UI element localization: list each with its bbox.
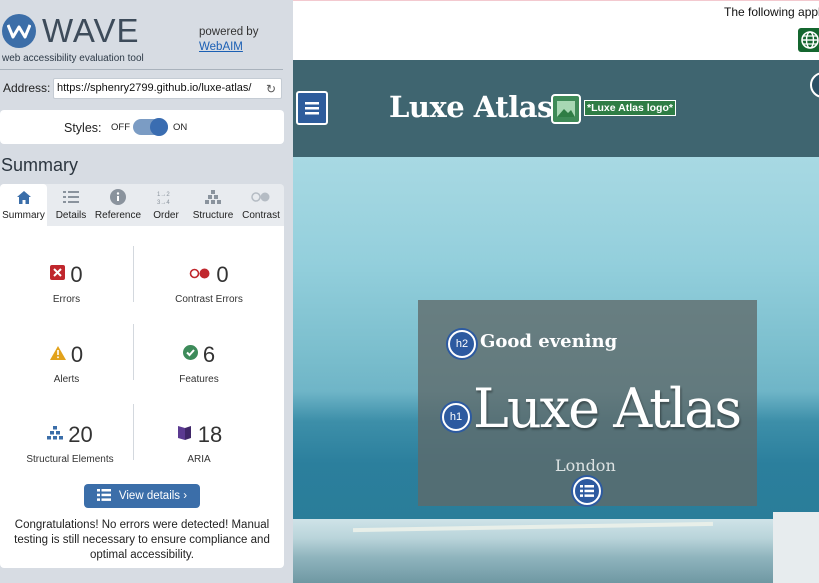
styles-on-label: ON	[173, 122, 188, 133]
h1-badge[interactable]: h1	[442, 403, 470, 431]
stat-contrast-errors[interactable]: 0 Contrast Errors	[134, 254, 284, 314]
city-label: London	[555, 456, 616, 475]
toggle-knob[interactable]	[150, 118, 168, 136]
tab-contrast[interactable]: Contrast	[238, 184, 284, 226]
powered-by-label: powered by	[199, 26, 259, 38]
error-icon	[50, 265, 66, 285]
tab-label: Reference	[94, 210, 142, 221]
address-row: Address: ↻	[0, 76, 290, 100]
svg-text:3→4: 3→4	[157, 200, 170, 205]
stat-alerts[interactable]: 0 Alerts	[0, 334, 133, 394]
styles-off-label: OFF	[111, 122, 130, 133]
tab-bar: Summary Details Reference 1→2 3→4 Order S…	[0, 184, 284, 226]
svg-text:1→2: 1→2	[157, 192, 170, 198]
home-icon	[0, 189, 47, 205]
globe-button[interactable]	[798, 28, 819, 52]
marina-image	[293, 519, 819, 583]
greeting-heading: Good evening	[480, 331, 618, 352]
stat-features[interactable]: 6 Features	[134, 334, 264, 394]
reload-icon[interactable]: ↻	[266, 82, 276, 96]
contrast-icon	[238, 189, 284, 205]
contrast-errors-label: Contrast Errors	[175, 294, 243, 305]
summary-heading: Summary	[1, 155, 79, 175]
wave-sidebar: WAVE web accessibility evaluation tool p…	[0, 0, 293, 583]
divider	[0, 69, 283, 70]
wave-tagline: web accessibility evaluation tool	[2, 53, 144, 64]
tab-reference[interactable]: Reference	[93, 184, 143, 226]
summary-panel: 0 Errors 0 Contrast Errors 0 Alerts 6 Fe…	[0, 226, 284, 568]
tab-summary[interactable]: Summary	[0, 184, 47, 226]
structure-icon	[189, 189, 237, 205]
hero-title: Luxe Atlas	[473, 377, 742, 440]
structural-count: 20	[68, 422, 93, 447]
tab-label: Order	[153, 210, 179, 221]
styles-toggle-card: Styles: OFF ON	[0, 110, 284, 144]
list-badge-icon[interactable]	[573, 477, 601, 505]
tab-structure[interactable]: Structure	[189, 184, 237, 226]
hero-section: h2 Good evening h1 Luxe Atlas London	[293, 157, 819, 583]
header-badge-icon[interactable]	[810, 72, 819, 98]
hero-card: h2 Good evening h1 Luxe Atlas London	[418, 300, 757, 506]
view-details-button[interactable]: View details ›	[84, 484, 200, 508]
address-label: Address:	[3, 81, 51, 95]
congrats-message: Congratulations! No errors were detected…	[14, 519, 270, 561]
tab-label: Contrast	[242, 210, 280, 221]
tab-label: Summary	[2, 210, 45, 221]
alerts-count: 0	[70, 342, 84, 367]
h2-badge[interactable]: h2	[448, 330, 476, 358]
website-frame: The following appli Luxe Atlas *Luxe Atl…	[293, 0, 819, 583]
site-topbar: The following appli	[293, 0, 819, 60]
aria-count: 18	[197, 422, 223, 447]
structural-label: Structural Elements	[26, 454, 114, 465]
wave-logo-icon	[2, 14, 36, 48]
alert-icon	[49, 345, 66, 365]
tab-label: Details	[55, 210, 87, 221]
tab-order[interactable]: 1→2 3→4 Order	[145, 184, 187, 226]
tab-label: Structure	[192, 210, 234, 221]
feature-icon	[182, 345, 198, 365]
alerts-label: Alerts	[53, 374, 80, 385]
list-icon	[49, 189, 93, 205]
aria-label: ARIA	[187, 454, 211, 465]
stat-structural[interactable]: 20 Structural Elements	[6, 414, 134, 474]
view-details-label: View details ›	[118, 490, 188, 502]
errors-label: Errors	[52, 294, 81, 305]
features-label: Features	[179, 374, 219, 385]
globe-icon	[801, 31, 819, 49]
wave-logo-word: WAVE	[42, 12, 140, 49]
tab-details[interactable]: Details	[49, 184, 93, 226]
image-icon[interactable]	[551, 94, 581, 124]
stat-aria[interactable]: 18 ARIA	[134, 414, 264, 474]
styles-label: Styles:	[64, 121, 102, 135]
order-icon: 1→2 3→4	[145, 189, 187, 205]
logo-alt-text: *Luxe Atlas logo*	[584, 100, 676, 116]
site-brand-title[interactable]: Luxe Atlas	[389, 90, 553, 124]
wave-brand: WAVE web accessibility evaluation tool p…	[0, 0, 293, 70]
following-text: The following appli	[724, 5, 819, 19]
errors-count: 0	[70, 262, 83, 287]
buildings-image	[773, 512, 819, 583]
webaim-link[interactable]: WebAIM	[199, 41, 243, 53]
info-icon	[93, 189, 143, 205]
contrast-errors-count: 0	[216, 262, 229, 287]
address-input[interactable]	[57, 82, 257, 94]
contrast-error-icon	[189, 266, 211, 284]
features-count: 6	[202, 342, 216, 367]
structure-icon	[47, 425, 64, 445]
stat-errors[interactable]: 0 Errors	[0, 254, 133, 314]
styles-toggle[interactable]	[133, 118, 168, 136]
list-icon	[96, 488, 111, 504]
site-header: Luxe Atlas *Luxe Atlas logo*	[293, 60, 819, 157]
css-icon[interactable]	[296, 91, 328, 125]
address-box: ↻	[53, 78, 282, 99]
aria-icon	[176, 424, 193, 446]
